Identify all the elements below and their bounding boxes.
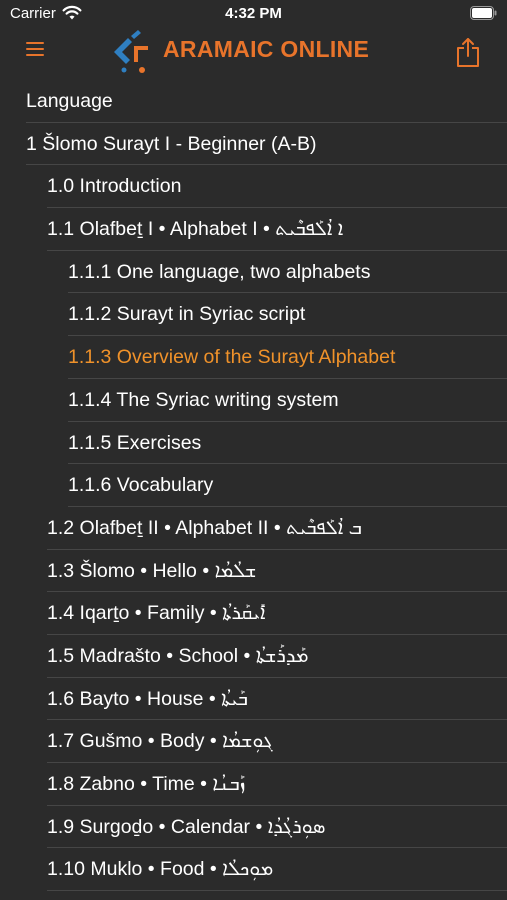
toc-item-label: 1.5 Madrašto • School • ܡܰܕܪܰܫܬܳܐ [47,644,309,667]
toc-item-label: Language [26,90,113,112]
toc-item[interactable]: 1.1.3 Overview of the Surayt Alphabet [0,336,507,379]
toc-item-label: 1.1 Olafbeṯ I • Alphabet I • ܐ ܐܳܠܰܦܒܶܝܬ [47,218,344,241]
status-time: 4:32 PM [225,5,282,22]
status-bar: Carrier 4:32 PM [0,0,507,28]
toc-item[interactable]: 1.2 Olafbeṯ II • Alphabet II • ܒ ܐܳܠܰܦܒܶ… [0,507,507,550]
toc-item[interactable]: 1.8 Zabno • Time • ܙܰܒܢܳܐ [0,763,507,806]
toc-item[interactable]: 1.4 Iqarṯo • Family • ܐܺܝܩܰܪܬܳܐ [0,592,507,635]
toc-item[interactable]: Language [0,80,507,123]
toc-item[interactable]: 1.1.4 The Syriac writing system [0,379,507,422]
toc-item-label: 1.6 Bayto • House • ܒܰܝܬܳܐ [47,687,249,710]
toc-item-label: 1.7 Gušmo • Body • ܓܘܼܫܡܳܐ [47,730,273,753]
toc-item-label: 1 Šlomo Surayt I - Beginner (A-B) [26,132,317,155]
toc-item-label: 1.1.4 The Syriac writing system [68,388,339,411]
hamburger-menu-icon[interactable] [26,42,44,58]
toc-item[interactable]: 1.1.5 Exercises [0,422,507,465]
toc-item[interactable]: 1.1 Olafbeṯ I • Alphabet I • ܐ ܐܳܠܰܦܒܶܝܬ [0,208,507,251]
toc-item-label: 1.1.3 Overview of the Surayt Alphabet [68,346,396,369]
toc-item-label: 1.1.1 One language, two alphabets [68,260,371,283]
toc-item[interactable]: 1.6 Bayto • House • ܒܰܝܬܳܐ [0,678,507,721]
toc-item-label: 1.10 Muklo • Food • ܡܘܼܟܠܳܐ [47,858,274,881]
toc-item-label: 1.1.2 Surayt in Syriac script [68,303,306,326]
toc-item[interactable]: 1.7 Gušmo • Body • ܓܘܼܫܡܳܐ [0,720,507,763]
toc-item-label: 1.9 Surgoḏo • Calendar • ܣܘܼܪܓܳܕܳܐ [47,815,326,838]
toc-item-label: 1.1.5 Exercises [68,431,202,454]
separator [47,890,507,892]
toc-item-label: 1.1.6 Vocabulary [68,474,214,497]
toc-item[interactable]: 1.5 Madrašto • School • ܡܰܕܪܰܫܬܳܐ [0,635,507,678]
toc-item[interactable]: 1.1.2 Surayt in Syriac script [0,293,507,337]
toc-item-label: 1.4 Iqarṯo • Family • ܐܺܝܩܰܪܬܳܐ [47,602,266,625]
toc-item-label: 1.0 Introduction [47,175,182,198]
app-logo [114,30,148,73]
navigation-bar: ARAMAIC ONLINE [0,28,507,78]
toc-item[interactable]: 1.1.6 Vocabulary [0,464,507,507]
toc-item-label: 1.8 Zabno • Time • ܙܰܒܢܳܐ [47,773,246,795]
toc-item[interactable]: 1.0 Introduction [0,165,507,209]
toc-item[interactable]: 1.3 Šlomo • Hello • ܫܠܳܡܳܐ [0,550,507,593]
toc-item[interactable]: 1.9 Surgoḏo • Calendar • ܣܘܼܪܓܳܕܳܐ [0,806,507,849]
toc-item-label: 1.2 Olafbeṯ II • Alphabet II • ܒ ܐܳܠܰܦܒܶ… [47,516,362,539]
share-icon[interactable] [455,36,481,68]
toc-item[interactable]: 1 Šlomo Surayt I - Beginner (A-B) [0,123,507,166]
table-of-contents: Language 1 Šlomo Surayt I - Beginner (A-B… [0,80,507,892]
app-title: ARAMAIC ONLINE [163,36,370,62]
toc-item[interactable]: 1.1.1 One language, two alphabets [0,251,507,294]
battery-icon [470,6,497,20]
toc-item-label: 1.3 Šlomo • Hello • ܫܠܳܡܳܐ [47,559,257,582]
toc-item[interactable]: 1.10 Muklo • Food • ܡܘܼܟܠܳܐ [0,848,507,892]
